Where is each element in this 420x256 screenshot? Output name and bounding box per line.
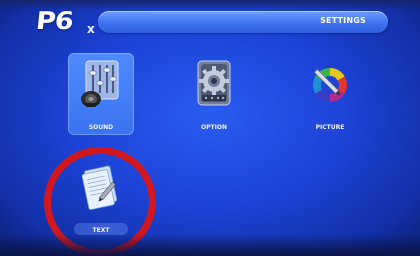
menu-item-label: PICTURE [315, 124, 345, 131]
page-title: SETTINGS [320, 16, 366, 25]
menu-item-sound[interactable]: SOUND [68, 53, 134, 139]
menu-item-label: SOUND [88, 124, 114, 131]
bottom-shade [0, 234, 420, 256]
gear-film-icon [192, 59, 236, 111]
menu-item-option[interactable]: OPTION [181, 53, 247, 139]
brand-logo: P6 [34, 7, 75, 36]
menu-item-picture[interactable]: PICTURE [297, 53, 363, 139]
menu-item-label: OPTION [201, 124, 227, 131]
speaker-equalizer-icon [79, 59, 123, 111]
brand-logo-suffix: x [87, 22, 95, 36]
color-wheel-pen-icon [308, 59, 352, 111]
title-bar: SETTINGS [98, 11, 388, 33]
settings-screen: P6 x SETTINGS SOUND OPTION PICTURE TEXT [0, 0, 420, 256]
